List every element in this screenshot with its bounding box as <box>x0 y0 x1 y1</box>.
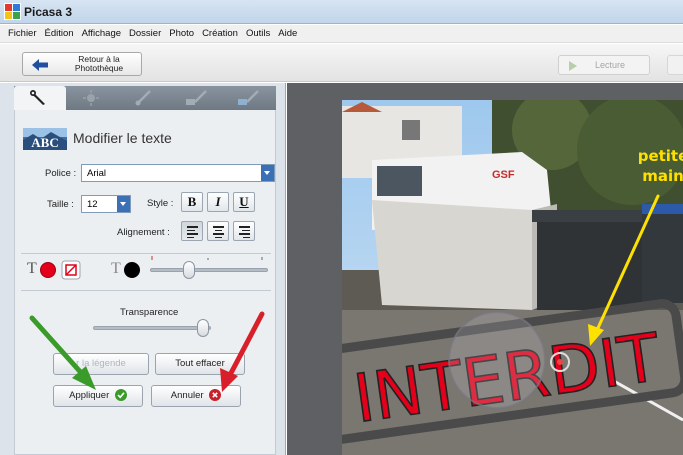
size-value: 12 <box>87 199 98 210</box>
caption-line1: petite <box>637 147 683 165</box>
alignment-label: Alignement : <box>117 227 170 238</box>
chevron-down-icon[interactable] <box>117 196 130 212</box>
tab-basic-fixes[interactable] <box>14 86 66 110</box>
chevron-down-icon[interactable] <box>261 165 274 181</box>
outline-color-label: T <box>111 260 121 277</box>
menu-affichage[interactable]: Affichage <box>78 28 125 39</box>
effects-brush-icon <box>186 90 207 105</box>
outline-width-ticks <box>151 256 263 260</box>
italic-button[interactable]: I <box>207 192 229 212</box>
picasa-logo-icon <box>4 3 21 20</box>
menu-photo[interactable]: Photo <box>165 28 198 39</box>
photo-preview-area: GSF INTERDIT <box>287 83 683 455</box>
font-label: Police : <box>45 168 77 179</box>
align-left-button[interactable] <box>181 221 203 241</box>
panel-title: Modifier le texte <box>73 130 172 146</box>
size-select[interactable]: 12 <box>81 195 131 213</box>
outline-color-swatch[interactable] <box>124 262 140 278</box>
transparency-slider[interactable] <box>197 319 209 337</box>
menu-bar: Fichier Édition Affichage Dossier Photo … <box>0 25 683 43</box>
bold-button[interactable]: B <box>181 192 203 212</box>
show-legend-button[interactable]: r la légende <box>53 353 149 375</box>
tab-effects-2[interactable] <box>170 86 222 110</box>
tab-effects-3[interactable] <box>222 86 274 110</box>
slideshow-button[interactable]: Lecture <box>558 55 650 75</box>
toolbar: Retour à la Photothèque Lecture <box>0 44 683 82</box>
size-label: Taille : <box>47 199 74 210</box>
menu-dossier[interactable]: Dossier <box>125 28 165 39</box>
window-title: Picasa 3 <box>24 5 73 19</box>
underline-button[interactable]: U <box>233 192 255 212</box>
clear-all-button[interactable]: Tout effacer <box>155 353 245 375</box>
font-select[interactable]: Arial <box>81 164 275 182</box>
back-to-library-button[interactable]: Retour à la Photothèque <box>22 52 142 76</box>
align-center-button[interactable] <box>207 221 229 241</box>
text-tool-panel: ABC Modifier le texte Police : Arial Tai… <box>14 110 276 455</box>
text-color-swatch[interactable] <box>40 262 56 278</box>
tab-effects[interactable] <box>118 86 170 110</box>
annotation-caption: petite main <box>628 146 683 186</box>
no-fill-icon[interactable] <box>61 260 81 280</box>
back-button-label: Retour à la Photothèque <box>59 55 139 73</box>
brush-icon <box>135 90 151 106</box>
style-label: Style : <box>147 198 174 209</box>
transparency-track[interactable] <box>93 326 211 330</box>
separator <box>21 290 271 291</box>
menu-aide[interactable]: Aide <box>274 28 301 39</box>
cancel-button[interactable]: Annuler <box>151 385 241 407</box>
apply-button[interactable]: Appliquer <box>53 385 143 407</box>
effects-brush-blue-icon <box>238 90 259 105</box>
abc-text-icon: ABC <box>23 128 67 150</box>
transparency-label: Transparence <box>120 307 179 318</box>
apply-button-label: Appliquer <box>69 390 110 401</box>
play-icon <box>569 61 577 71</box>
back-label-line2: Photothèque <box>74 63 124 73</box>
toolbar-button-partial[interactable] <box>667 55 683 75</box>
edit-tabs <box>14 86 276 110</box>
menu-edition[interactable]: Édition <box>41 28 78 39</box>
caption-line2: main <box>642 167 683 185</box>
cancel-x-icon <box>209 389 222 402</box>
outline-width-track[interactable] <box>150 268 268 272</box>
menu-creation[interactable]: Création <box>198 28 242 39</box>
align-right-button[interactable] <box>233 221 255 241</box>
menu-outils[interactable]: Outils <box>242 28 274 39</box>
sun-tuning-icon <box>83 90 99 106</box>
tab-tuning[interactable] <box>66 86 118 110</box>
edit-panel: ABC Modifier le texte Police : Arial Tai… <box>0 83 286 455</box>
checkmark-icon <box>114 389 127 402</box>
slideshow-label: Lecture <box>595 60 626 70</box>
svg-text:ABC: ABC <box>31 135 58 150</box>
van-logo: GSF <box>492 169 515 181</box>
font-value: Arial <box>87 168 107 179</box>
separator <box>21 253 271 254</box>
menu-fichier[interactable]: Fichier <box>4 28 41 39</box>
cancel-button-label: Annuler <box>170 390 204 401</box>
wrench-icon <box>30 90 45 105</box>
text-color-label: T <box>27 260 37 277</box>
outline-width-slider[interactable] <box>183 261 195 279</box>
title-bar: Picasa 3 <box>0 0 683 24</box>
back-arrow-icon <box>32 59 48 71</box>
